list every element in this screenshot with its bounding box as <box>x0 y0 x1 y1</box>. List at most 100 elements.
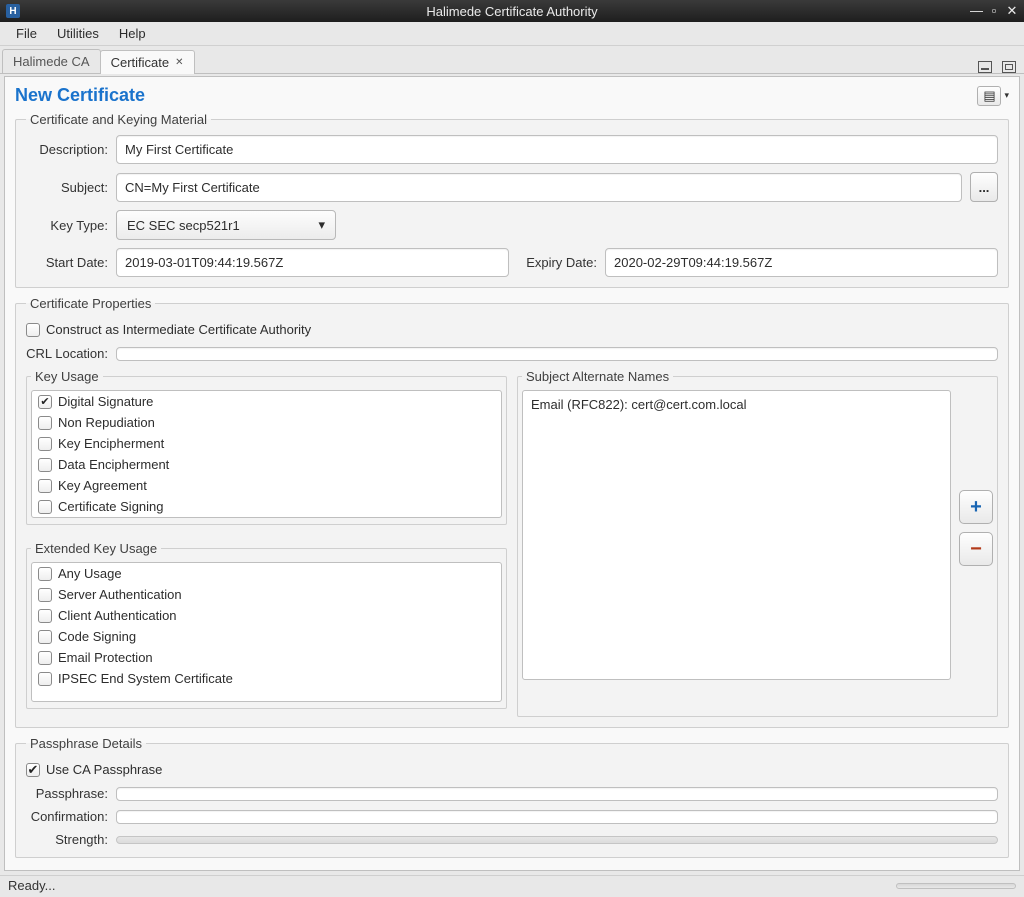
menu-help[interactable]: Help <box>109 23 156 44</box>
san-remove-button[interactable]: − <box>959 532 993 566</box>
subject-label: Subject: <box>26 180 108 195</box>
checkbox-label: Key Agreement <box>58 478 147 493</box>
window-minimize-button[interactable]: — <box>970 3 982 19</box>
menu-utilities[interactable]: Utilities <box>47 23 109 44</box>
list-item[interactable]: Key Agreement <box>32 475 501 496</box>
chevron-down-icon: ▾ <box>318 217 325 233</box>
san-list[interactable]: Email (RFC822): cert@cert.com.local <box>522 390 951 680</box>
extended-key-usage-list[interactable]: Any Usage Server Authentication Client Aut… <box>31 562 502 702</box>
list-item[interactable]: ✔ Digital Signature <box>32 391 501 412</box>
status-bar: Ready... <box>0 875 1024 895</box>
page-title: New Certificate <box>15 85 145 106</box>
expiry-date-input[interactable]: 2020-02-29T09:44:19.567Z <box>605 248 998 277</box>
checkbox[interactable] <box>38 500 52 514</box>
checkbox-label: Code Signing <box>58 629 136 644</box>
tab-label: Halimede CA <box>13 54 90 69</box>
list-item[interactable]: Non Repudiation <box>32 412 501 433</box>
view-menu-button[interactable]: ▤ <box>977 86 1001 106</box>
checkbox[interactable]: ✔ <box>38 395 52 409</box>
subject-input[interactable]: CN=My First Certificate <box>116 173 962 202</box>
group-legend: Extended Key Usage <box>31 541 161 556</box>
list-item[interactable]: Server Authentication <box>32 584 501 605</box>
checkbox-label: Key Encipherment <box>58 436 164 451</box>
keytype-select[interactable]: EC SEC secp521r1 ▾ <box>116 210 336 240</box>
checkbox[interactable] <box>38 416 52 430</box>
checkbox-label: Data Encipherment <box>58 457 169 472</box>
crl-input[interactable] <box>116 347 998 361</box>
menu-file[interactable]: File <box>6 23 47 44</box>
san-add-button[interactable]: + <box>959 490 993 524</box>
checkbox[interactable] <box>38 672 52 686</box>
list-item[interactable]: Key Encipherment <box>32 433 501 454</box>
checkbox[interactable] <box>38 630 52 644</box>
list-item[interactable]: Email Protection <box>32 647 501 668</box>
editor-minimize-button[interactable] <box>978 61 992 73</box>
editor-area: New Certificate ▤ ▾ Certificate and Keyi… <box>4 76 1020 871</box>
passphrase-label: Passphrase: <box>26 786 108 801</box>
checkbox[interactable] <box>38 651 52 665</box>
checkbox[interactable] <box>38 437 52 451</box>
tab-halimede-ca[interactable]: Halimede CA <box>2 49 101 73</box>
status-text: Ready... <box>8 878 55 893</box>
list-item[interactable]: IPSEC End System Certificate <box>32 668 501 689</box>
crl-label: CRL Location: <box>26 346 108 361</box>
window-title: Halimede Certificate Authority <box>0 4 1024 19</box>
san-item[interactable]: Email (RFC822): cert@cert.com.local <box>531 397 942 412</box>
description-input[interactable]: My First Certificate <box>116 135 998 164</box>
checkbox-label: Digital Signature <box>58 394 153 409</box>
group-subject-alternate-names: Subject Alternate Names Email (RFC822): … <box>517 369 998 717</box>
tab-certificate[interactable]: Certificate ✕ <box>100 50 195 74</box>
checkbox[interactable] <box>38 479 52 493</box>
list-item[interactable]: Certificate Signing <box>32 496 501 517</box>
tab-label: Certificate <box>111 55 170 70</box>
group-key-usage: Key Usage ✔Digital SignatureNon Repudiat… <box>26 369 507 525</box>
group-passphrase-details: Passphrase Details ✔ Use CA Passphrase P… <box>15 736 1009 858</box>
editor-maximize-button[interactable] <box>1002 61 1016 73</box>
checkbox[interactable] <box>38 567 52 581</box>
list-item[interactable]: Any Usage <box>32 563 501 584</box>
confirmation-input[interactable] <box>116 810 998 824</box>
view-menu-icon: ▤ <box>983 88 995 104</box>
checkbox-label: Email Protection <box>58 650 153 665</box>
status-progress <box>896 883 1016 889</box>
menubar: File Utilities Help <box>0 22 1024 46</box>
keytype-value: EC SEC secp521r1 <box>127 218 240 233</box>
close-tab-icon[interactable]: ✕ <box>175 57 183 68</box>
subject-browse-button[interactable]: ... <box>970 172 998 202</box>
passphrase-input[interactable] <box>116 787 998 801</box>
strength-meter <box>116 836 998 844</box>
checkbox[interactable] <box>38 458 52 472</box>
checkbox-label: IPSEC End System Certificate <box>58 671 233 686</box>
start-date-label: Start Date: <box>26 255 108 270</box>
checkbox-label: Client Authentication <box>58 608 177 623</box>
strength-label: Strength: <box>26 832 108 847</box>
checkbox-label: Any Usage <box>58 566 122 581</box>
list-item[interactable]: Code Signing <box>32 626 501 647</box>
group-certificate-properties: Certificate Properties Construct as Inte… <box>15 296 1009 728</box>
checkbox-label: Non Repudiation <box>58 415 155 430</box>
start-date-input[interactable]: 2019-03-01T09:44:19.567Z <box>116 248 509 277</box>
checkbox[interactable] <box>38 588 52 602</box>
list-item[interactable]: Client Authentication <box>32 605 501 626</box>
checkbox-label: Server Authentication <box>58 587 182 602</box>
use-ca-passphrase-label: Use CA Passphrase <box>46 762 162 777</box>
chevron-down-icon[interactable]: ▾ <box>1004 90 1009 101</box>
editor-tab-row: Halimede CA Certificate ✕ <box>0 46 1024 74</box>
intermediate-checkbox[interactable] <box>26 323 40 337</box>
app-icon: H <box>6 4 20 18</box>
key-usage-list[interactable]: ✔ Digital Signature Non Repudiation Key Enc… <box>31 390 502 518</box>
keytype-label: Key Type: <box>26 218 108 233</box>
list-item[interactable]: Data Encipherment <box>32 454 501 475</box>
window-maximize-button[interactable]: ▫ <box>988 3 1000 19</box>
group-extended-key-usage: Extended Key Usage Any Usage Server Authe… <box>26 541 507 709</box>
expiry-date-label: Expiry Date: <box>517 255 597 270</box>
description-label: Description: <box>26 142 108 157</box>
checkbox-label: Certificate Signing <box>58 499 164 514</box>
group-legend: Subject Alternate Names <box>522 369 673 384</box>
window-close-button[interactable]: ✕ <box>1006 3 1018 19</box>
window-titlebar: H Halimede Certificate Authority — ▫ ✕ <box>0 0 1024 22</box>
group-legend: Passphrase Details <box>26 736 146 751</box>
intermediate-label: Construct as Intermediate Certificate Au… <box>46 322 311 337</box>
checkbox[interactable] <box>38 609 52 623</box>
use-ca-passphrase-checkbox[interactable]: ✔ <box>26 763 40 777</box>
